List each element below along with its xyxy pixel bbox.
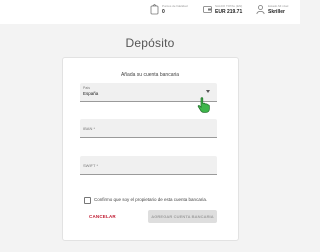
swift-label: SWIFT * (83, 163, 99, 168)
iban-field[interactable]: IBAN * (80, 119, 217, 138)
swift-field[interactable]: SWIFT * (80, 156, 217, 175)
loyalty-label: Puntos de fidelidad (162, 4, 188, 8)
dropdown-arrow-icon (206, 90, 210, 93)
loyalty-icon (150, 4, 159, 15)
balance-label: SALDO TOTAL (EN) (215, 4, 243, 8)
top-bar: Puntos de fidelidad 0 SALDO TOTAL (EN) E… (0, 0, 300, 24)
wallet-icon (203, 6, 212, 13)
loyalty-value: 0 (162, 9, 165, 15)
status-label: Estado Mi nivel (268, 4, 289, 8)
form-heading: Añada su cuenta bancaria (120, 72, 180, 78)
user-icon (256, 5, 265, 15)
country-label: País (83, 86, 91, 90)
iban-label: IBAN * (83, 126, 96, 131)
status-value: Skriller (268, 9, 285, 15)
owner-confirm-checkbox[interactable] (84, 197, 91, 204)
country-value: España (83, 91, 99, 96)
page-title: Depósito (125, 36, 175, 50)
owner-confirm-label[interactable]: Confirmo que soy el propietario de esta … (94, 197, 207, 202)
cancel-button[interactable]: CANCELAR (89, 214, 116, 219)
pointer-hand-cursor-icon (197, 97, 210, 113)
balance-value: EUR 219.71 (215, 9, 243, 15)
add-bank-account-button[interactable]: AGREGAR CUENTA BANCARIA (148, 210, 217, 223)
